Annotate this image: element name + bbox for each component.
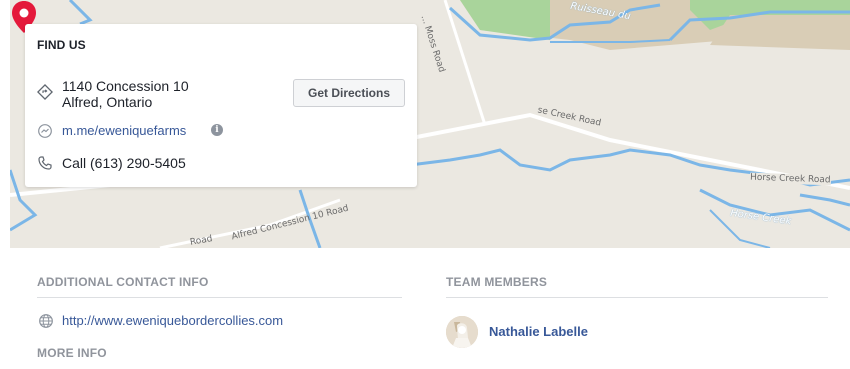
team-members-divider: [446, 297, 828, 298]
website-link[interactable]: http://www.eweniquebordercollies.com: [62, 313, 283, 328]
left-frame-edge: [0, 0, 10, 369]
find-us-card: FIND US 1140 Concession 10 Alfred, Ontar…: [25, 24, 417, 187]
team-members-title: TEAM MEMBERS: [446, 275, 548, 289]
phone-icon: [38, 156, 52, 170]
park-area-left: [460, 0, 550, 40]
additional-contact-divider: [37, 297, 402, 298]
directions-icon: [37, 84, 53, 100]
more-info-title: MORE INFO: [37, 346, 107, 360]
team-member-name[interactable]: Nathalie Labelle: [489, 324, 588, 339]
find-us-title: FIND US: [37, 38, 86, 52]
info-icon[interactable]: i: [211, 124, 223, 136]
address-line-1: 1140 Concession 10: [62, 78, 189, 94]
river-top-left: [68, 0, 93, 26]
creek-branch-right: [799, 193, 850, 207]
avatar[interactable]: [446, 316, 478, 348]
avatar-image: [446, 316, 478, 348]
messenger-icon: [38, 124, 52, 138]
address-line-2: Alfred, Ontario: [62, 94, 153, 110]
additional-contact-title: ADDITIONAL CONTACT INFO: [37, 275, 209, 289]
phone-number[interactable]: Call (613) 290-5405: [62, 155, 186, 171]
field-area-right: [710, 15, 850, 50]
globe-icon: [39, 314, 53, 328]
messenger-link[interactable]: m.me/eweniquefarms: [62, 123, 186, 138]
get-directions-button[interactable]: Get Directions: [293, 79, 405, 107]
